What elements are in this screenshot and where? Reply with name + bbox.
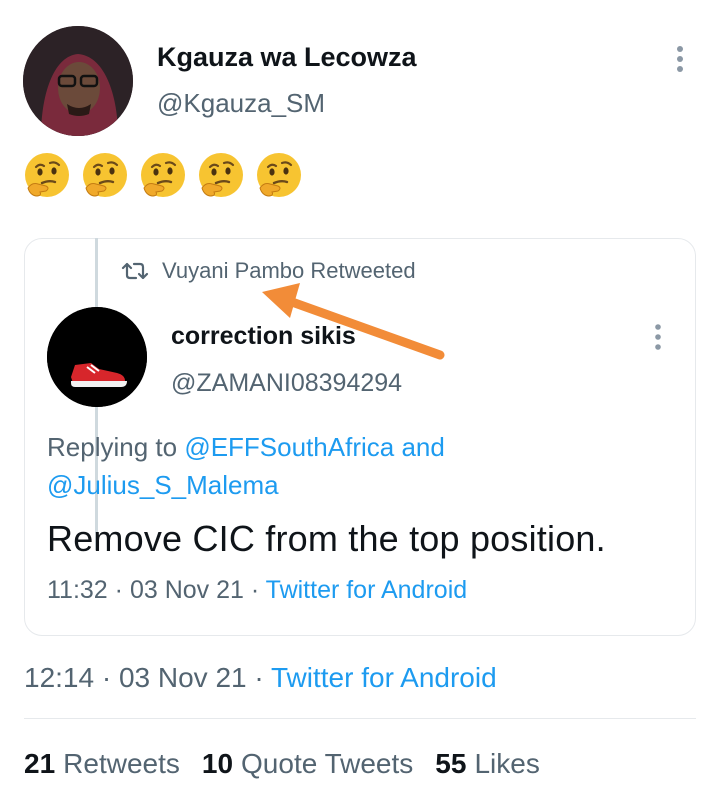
more-options-icon[interactable]: [669, 44, 691, 74]
retweets-label: Retweets: [63, 748, 180, 779]
quoted-tweet-text: Remove CIC from the top position.: [47, 518, 606, 559]
quoted-time[interactable]: 11:32: [47, 576, 108, 604]
replying-to-label: Replying to: [47, 432, 178, 462]
thinking-face-emoji: [199, 153, 243, 197]
retweet-icon: [121, 262, 149, 280]
quoted-author-handle[interactable]: @ZAMANI08394294: [171, 369, 402, 398]
engagement-stats: 21 Retweets 10 Quote Tweets 55 Likes: [24, 748, 540, 780]
quoted-separator-2: ·: [243, 576, 266, 604]
likes-stat[interactable]: 55 Likes: [435, 748, 540, 780]
reply-mention-julius-malema[interactable]: @Julius_S_Malema: [47, 470, 279, 500]
likes-count: 55: [435, 748, 467, 779]
tweet-date[interactable]: 03 Nov 21: [119, 662, 247, 693]
retweets-count: 21: [24, 748, 56, 779]
replying-to-line: Replying to @EFFSouthAfrica and: [47, 432, 445, 463]
quoted-date[interactable]: 03 Nov 21: [130, 576, 244, 604]
thinking-face-emoji: [141, 153, 185, 197]
quoted-source-link[interactable]: Twitter for Android: [266, 576, 467, 604]
quotes-label: Quote Tweets: [241, 748, 414, 779]
thinking-face-emoji: [257, 153, 301, 197]
likes-label: Likes: [474, 748, 540, 779]
tweet-source-link[interactable]: Twitter for Android: [271, 662, 497, 693]
quote-tweets-stat[interactable]: 10 Quote Tweets: [202, 748, 413, 780]
quoted-tweet-meta: 11:32 · 03 Nov 21 · Twitter for Android: [47, 576, 467, 605]
retweeted-by-row: Vuyani Pambo Retweeted: [120, 258, 416, 284]
quotes-count: 10: [201, 748, 234, 779]
author-name[interactable]: Kgauza wa Lecowza: [157, 42, 417, 73]
author-avatar[interactable]: [23, 26, 133, 136]
reply-mention-effsouthafrica[interactable]: @EFFSouthAfrica: [184, 432, 394, 462]
retweets-stat[interactable]: 21 Retweets: [24, 748, 180, 780]
quoted-separator-1: ·: [107, 576, 130, 604]
sneaker-icon: [47, 307, 147, 407]
author-avatar-photo: [23, 26, 133, 136]
quoted-author-name[interactable]: correction sikis: [171, 322, 356, 351]
tweet-text-emojis: [22, 150, 304, 200]
tweet-separator-1: ·: [94, 662, 119, 693]
quoted-author-avatar[interactable]: [47, 307, 147, 407]
author-handle[interactable]: @Kgauza_SM: [157, 88, 325, 119]
replying-to-line-2: @Julius_S_Malema: [47, 470, 279, 501]
thinking-face-emoji: [25, 153, 69, 197]
tweet-meta: 12:14 · 03 Nov 21 · Twitter for Android: [24, 662, 497, 694]
tweet-separator-2: ·: [246, 662, 271, 693]
retweeted-by-label[interactable]: Vuyani Pambo Retweeted: [162, 258, 416, 284]
quoted-more-options-icon[interactable]: [648, 322, 668, 352]
divider: [24, 718, 696, 719]
tweet-time[interactable]: 12:14: [24, 662, 94, 693]
thinking-face-emoji: [83, 153, 127, 197]
reply-and: and: [401, 432, 445, 462]
